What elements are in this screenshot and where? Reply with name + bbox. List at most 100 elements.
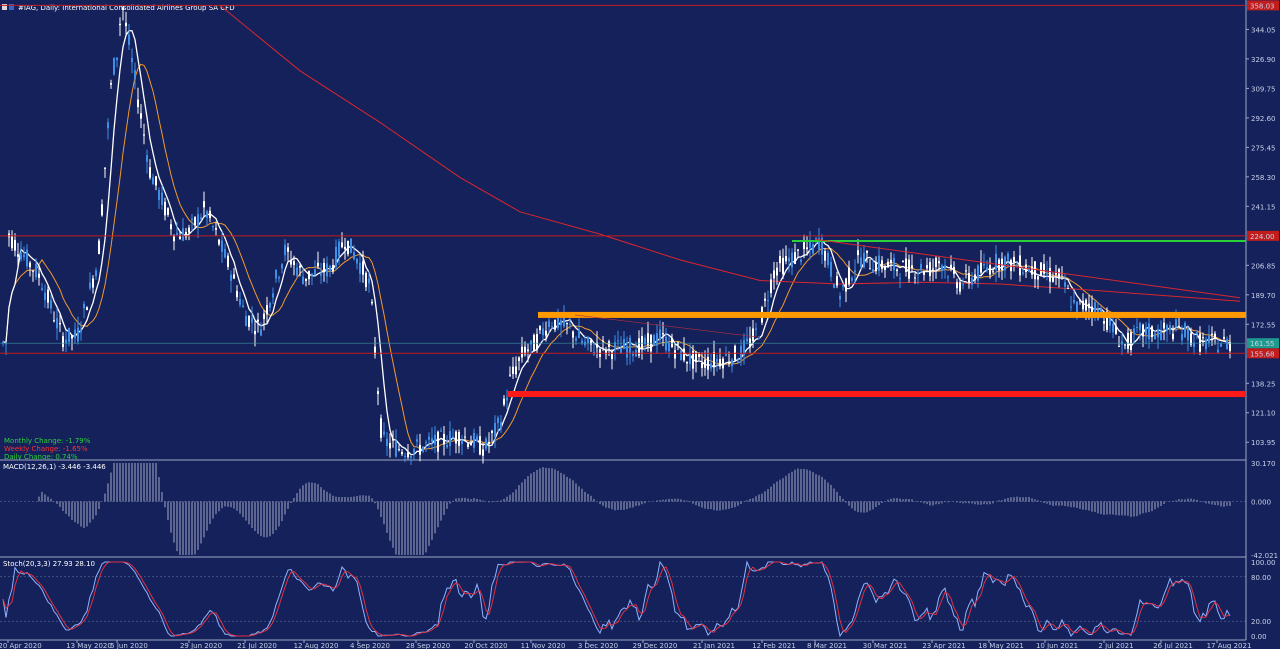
- candle-body: [53, 320, 55, 322]
- candle-body: [581, 340, 583, 344]
- candle-body: [464, 436, 466, 438]
- candle-body: [740, 345, 742, 360]
- time-tick-label: 28 Sep 2020: [406, 642, 450, 649]
- candle-body: [479, 436, 481, 455]
- candle-body: [284, 244, 286, 256]
- candle-body: [440, 430, 442, 432]
- candle-body: [920, 263, 922, 271]
- candle-body: [1052, 277, 1054, 282]
- candle-body: [731, 359, 733, 367]
- candle-body: [899, 278, 901, 280]
- candle-body: [710, 363, 712, 369]
- candle-body: [755, 328, 757, 330]
- candle-body: [419, 444, 421, 455]
- candle-body: [560, 320, 562, 326]
- monthly-change: Monthly Change: -1.79%: [4, 437, 91, 445]
- candle-body: [1112, 323, 1114, 333]
- candle-body: [362, 261, 364, 275]
- candle-body: [116, 57, 118, 61]
- time-tick-label: 20 Apr 2020: [0, 642, 42, 649]
- candle-body: [854, 270, 856, 273]
- candle-body: [1085, 299, 1087, 311]
- candle-body: [152, 177, 154, 185]
- candle-body: [164, 201, 166, 216]
- candle-body: [113, 58, 115, 75]
- price-tick-label: 172.55: [1251, 321, 1276, 329]
- candle-body: [359, 262, 361, 274]
- candle-body: [950, 264, 952, 269]
- candle-body: [707, 356, 709, 370]
- time-tick-label: 26 Jul 2021: [1153, 642, 1193, 649]
- candle-body: [248, 316, 250, 327]
- time-tick-label: 13 May 2020: [66, 642, 112, 649]
- candle-body: [1040, 262, 1042, 276]
- time-tick-label: 29 Dec 2020: [633, 642, 678, 649]
- stoch-label: Stoch(20,3,3) 27.93 28.10: [3, 560, 95, 568]
- candle-body: [50, 300, 52, 309]
- candle-body: [335, 246, 337, 268]
- candle-body: [434, 434, 436, 445]
- sma-long-line: [219, 5, 1241, 302]
- candle-body: [1154, 333, 1156, 340]
- candle-body: [170, 224, 172, 230]
- candle-body: [1001, 258, 1003, 271]
- candle-body: [977, 265, 979, 281]
- price-tick-label: 326.90: [1251, 56, 1276, 64]
- candle-body: [143, 134, 145, 136]
- candle-body: [779, 255, 781, 264]
- candle-body: [578, 329, 580, 339]
- candle-body: [1181, 333, 1183, 341]
- candle-body: [641, 336, 643, 349]
- candle-body: [470, 442, 472, 446]
- candle-body: [512, 366, 514, 374]
- candle-body: [245, 316, 247, 327]
- candle-body: [239, 298, 241, 305]
- candle-body: [1202, 337, 1204, 339]
- candle-body: [68, 327, 70, 343]
- candle-body: [38, 273, 40, 278]
- candle-body: [1223, 336, 1225, 339]
- candle-body: [302, 276, 304, 284]
- candle-body: [167, 208, 169, 215]
- time-tick-label: 8 Mar 2021: [807, 642, 847, 649]
- chart-canvas[interactable]: #IAG, Daily: International Consolidated …: [0, 0, 1280, 649]
- candle-body: [212, 226, 214, 228]
- candle-body: [908, 259, 910, 279]
- sma-fast-line: [2, 29, 1231, 456]
- candle-body: [566, 323, 568, 325]
- candle-body: [371, 301, 373, 304]
- candle-body: [137, 99, 139, 108]
- candle-body: [770, 279, 772, 294]
- candle-body: [1217, 349, 1219, 353]
- candle-body: [338, 241, 340, 257]
- candle-body: [860, 257, 862, 267]
- candle-body: [56, 318, 58, 329]
- candle-body: [965, 270, 967, 272]
- candle-body: [323, 262, 325, 273]
- candle-body: [32, 270, 34, 272]
- candle-body: [1058, 269, 1060, 279]
- candle-body: [98, 240, 100, 255]
- candle-body: [101, 204, 103, 216]
- candle-body: [1127, 332, 1129, 349]
- candle-body: [509, 374, 511, 376]
- price-tick-label: 275.45: [1251, 144, 1276, 152]
- candle-body: [104, 167, 106, 169]
- candle-body: [41, 288, 43, 291]
- candle-body: [551, 326, 553, 328]
- candle-body: [332, 265, 334, 272]
- candle-body: [1121, 341, 1123, 345]
- candle-body: [848, 267, 850, 285]
- candle-body: [176, 232, 178, 235]
- candle-body: [182, 228, 184, 241]
- candle-body: [1139, 323, 1141, 331]
- candle-body: [986, 267, 988, 271]
- candle-body: [260, 329, 262, 336]
- candle-body: [713, 351, 715, 367]
- candle-body: [1088, 303, 1090, 309]
- macd-label: MACD(12,26,1) -3.446 -3.446: [3, 463, 106, 471]
- candle-body: [890, 259, 892, 263]
- change-info-panel: Monthly Change: -1.79% Weekly Change: -1…: [4, 437, 91, 461]
- candle-body: [812, 244, 814, 254]
- candle-body: [1169, 325, 1171, 331]
